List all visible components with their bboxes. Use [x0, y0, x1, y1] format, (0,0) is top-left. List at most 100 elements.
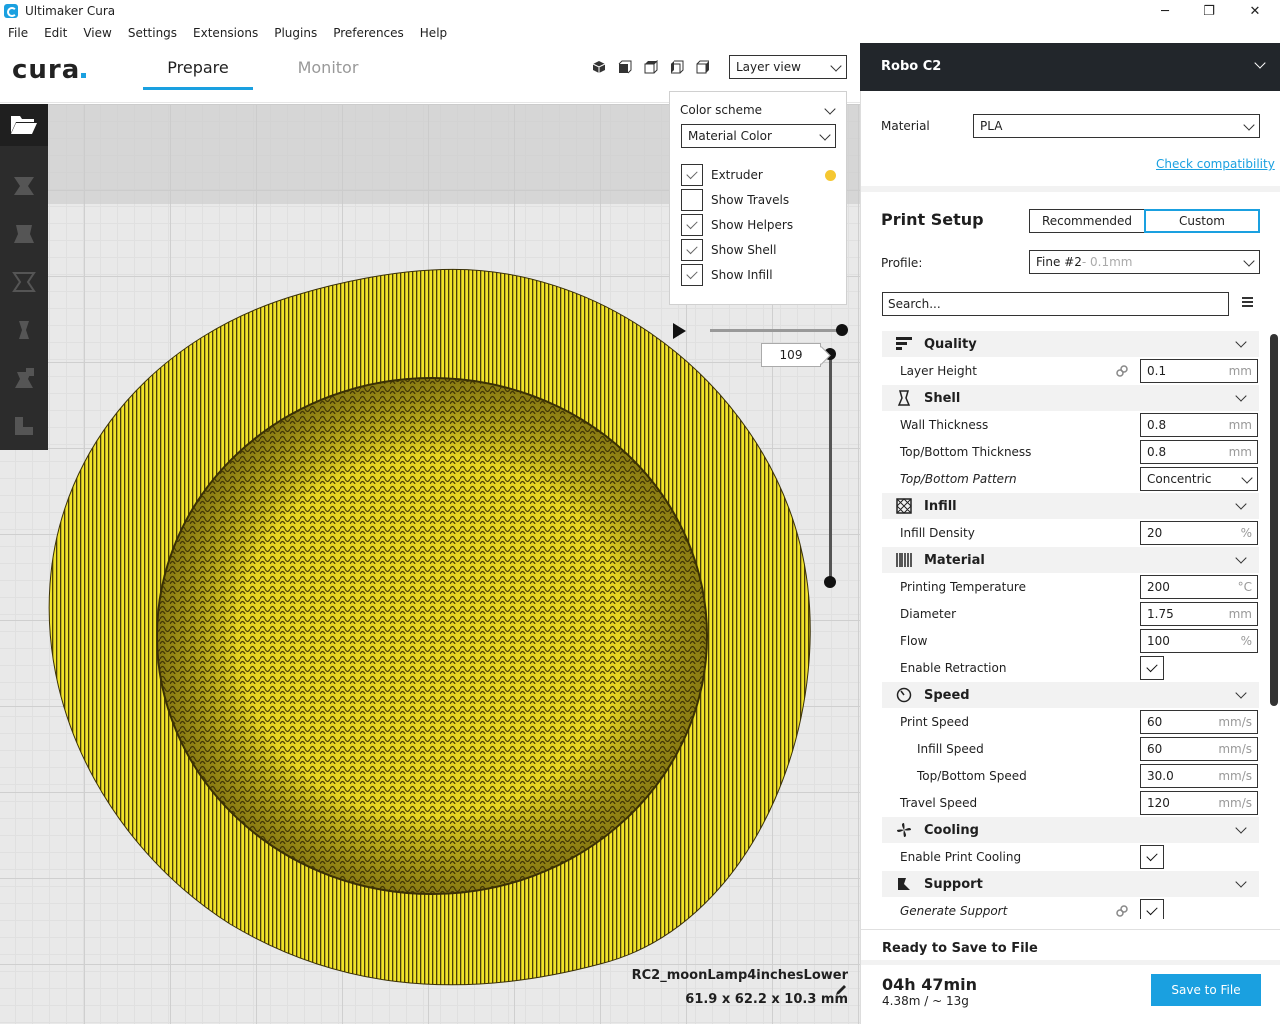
layer-slider[interactable]: [829, 354, 832, 582]
top-view-icon[interactable]: [642, 58, 660, 76]
support-blocker-button[interactable]: [0, 406, 48, 448]
tab-prepare[interactable]: Prepare: [143, 58, 253, 90]
per-model-settings-icon: [11, 366, 37, 393]
material-select[interactable]: PLA: [973, 114, 1260, 138]
enable-print-cooling-checkbox[interactable]: [1140, 845, 1164, 869]
settings-sidebar: Material PLA Check compatibility Print S…: [860, 91, 1280, 1024]
category-quality[interactable]: Quality: [882, 331, 1259, 357]
menu-settings[interactable]: Settings: [120, 26, 185, 40]
extruder-option[interactable]: Extruder: [681, 164, 763, 186]
setting-flow: Flow 100%: [882, 628, 1259, 655]
cura-logo: cura: [12, 55, 87, 85]
settings-scrollbar[interactable]: [1270, 334, 1278, 706]
travel-speed-input[interactable]: 120 mm/s: [1140, 791, 1258, 815]
right-view-icon[interactable]: [694, 58, 712, 76]
path-slider[interactable]: [710, 329, 842, 332]
mirror-tool-button[interactable]: [0, 310, 48, 352]
layer-height-input[interactable]: 0.1 mm: [1140, 359, 1258, 383]
menu-view[interactable]: View: [75, 26, 119, 40]
save-to-file-button[interactable]: Save to File: [1151, 974, 1261, 1006]
menu-help[interactable]: Help: [412, 26, 455, 40]
chevron-down-icon: [1243, 119, 1255, 131]
infill-speed-input[interactable]: 60 mm/s: [1140, 737, 1258, 761]
menu-extensions[interactable]: Extensions: [185, 26, 266, 40]
show-shell-checkbox[interactable]: [681, 239, 703, 261]
settings-list: Quality Layer Height 0.1 mm Shell Wall Th…: [882, 331, 1259, 919]
chevron-down-icon[interactable]: [824, 103, 836, 115]
per-model-settings-button[interactable]: [0, 358, 48, 400]
category-infill[interactable]: Infill: [882, 493, 1259, 519]
extruder-checkbox[interactable]: [681, 164, 703, 186]
check-compatibility-link[interactable]: Check compatibility: [1156, 157, 1275, 171]
title-bar: Ultimaker Cura ─ ❐ ✕: [0, 0, 1280, 22]
speed-icon: [894, 686, 914, 704]
printer-name: Robo C2: [881, 59, 942, 74]
menu-preferences[interactable]: Preferences: [325, 26, 412, 40]
tool-sidebar: [0, 104, 48, 450]
show-helpers-checkbox[interactable]: [681, 214, 703, 236]
tab-monitor[interactable]: Monitor: [283, 58, 373, 90]
show-infill-option[interactable]: Show Infill: [681, 264, 773, 286]
print-speed-input[interactable]: 60 mm/s: [1140, 710, 1258, 734]
minimize-button[interactable]: ─: [1142, 0, 1188, 22]
infill-density-input[interactable]: 20%: [1140, 521, 1258, 545]
menu-plugins[interactable]: Plugins: [266, 26, 325, 40]
show-shell-option[interactable]: Show Shell: [681, 239, 776, 261]
enable-retraction-checkbox[interactable]: [1140, 656, 1164, 680]
close-button[interactable]: ✕: [1232, 0, 1278, 22]
rotate-tool-button[interactable]: [0, 262, 48, 304]
show-helpers-option[interactable]: Show Helpers: [681, 214, 793, 236]
category-support[interactable]: Support: [882, 871, 1259, 897]
front-view-icon[interactable]: [616, 58, 634, 76]
settings-visibility-menu-icon[interactable]: [1242, 297, 1253, 307]
setting-generate-support: Generate Support: [882, 898, 1259, 919]
3d-view-icon[interactable]: [590, 58, 608, 76]
left-view-icon[interactable]: [668, 58, 686, 76]
printer-selector[interactable]: Robo C2: [860, 43, 1280, 91]
category-shell[interactable]: Shell: [882, 385, 1259, 411]
color-scheme-select[interactable]: Material Color: [681, 124, 836, 148]
menu-edit[interactable]: Edit: [36, 26, 75, 40]
flow-input[interactable]: 100%: [1140, 629, 1258, 653]
rotate-tool-icon: [11, 270, 37, 297]
current-layer-input[interactable]: 109: [761, 343, 821, 367]
wall-thickness-input[interactable]: 0.8 mm: [1140, 413, 1258, 437]
profile-label: Profile:: [881, 256, 923, 270]
diameter-input[interactable]: 1.75 mm: [1140, 602, 1258, 626]
view-mode-select[interactable]: Layer view: [729, 55, 847, 79]
mirror-tool-icon: [11, 318, 37, 345]
play-simulation-icon[interactable]: [673, 323, 686, 339]
scale-tool-button[interactable]: [0, 214, 48, 256]
cura-app-icon: [4, 4, 18, 18]
setting-top-bottom-pattern: Top/Bottom Pattern Concentric: [882, 466, 1259, 493]
top-bottom-pattern-select[interactable]: Concentric: [1140, 467, 1258, 491]
category-cooling[interactable]: Cooling: [882, 817, 1259, 843]
support-blocker-icon: [11, 414, 37, 441]
path-slider-handle[interactable]: [836, 324, 848, 336]
show-infill-checkbox[interactable]: [681, 264, 703, 286]
recommended-mode-button[interactable]: Recommended: [1029, 209, 1145, 233]
settings-search-input[interactable]: Search...: [882, 292, 1229, 316]
layer-slider-lower-handle[interactable]: [824, 576, 836, 588]
scale-tool-icon: [11, 222, 37, 249]
generate-support-checkbox[interactable]: [1140, 899, 1164, 919]
link-icon: [1116, 365, 1128, 377]
show-travels-checkbox[interactable]: [681, 189, 703, 211]
print-time: 04h 47min: [882, 975, 978, 994]
custom-mode-button[interactable]: Custom: [1144, 209, 1260, 233]
menu-file[interactable]: File: [0, 26, 36, 40]
extruder-color-swatch: [825, 170, 836, 181]
material-label: Material: [881, 119, 930, 133]
maximize-button[interactable]: ❐: [1186, 0, 1232, 22]
category-speed[interactable]: Speed: [882, 682, 1259, 708]
printing-temperature-input[interactable]: 200 °C: [1140, 575, 1258, 599]
top-bottom-thickness-input[interactable]: 0.8 mm: [1140, 440, 1258, 464]
move-tool-button[interactable]: [0, 166, 48, 208]
category-material[interactable]: Material: [882, 547, 1259, 573]
open-file-button[interactable]: [0, 104, 48, 146]
show-travels-option[interactable]: Show Travels: [681, 189, 789, 211]
profile-select[interactable]: Fine #2 - 0.1mm: [1029, 250, 1260, 274]
fan-icon: [894, 821, 914, 839]
top-bottom-speed-input[interactable]: 30.0 mm/s: [1140, 764, 1258, 788]
infill-icon: [894, 497, 914, 515]
